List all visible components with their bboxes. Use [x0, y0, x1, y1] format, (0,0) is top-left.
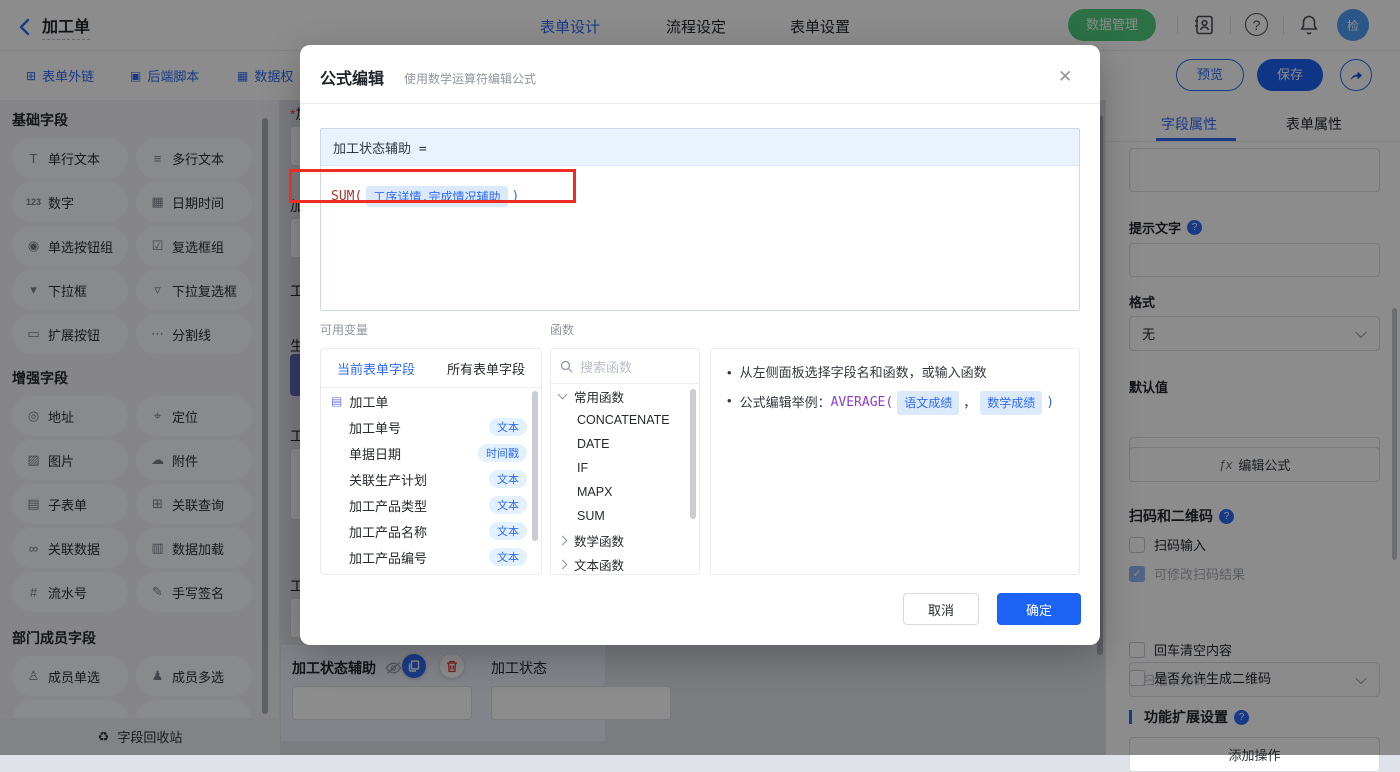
type-badge: 时间戳 — [478, 444, 527, 462]
tab-all-form-fields[interactable]: 所有表单字段 — [431, 349, 541, 387]
variable-item[interactable]: 加工产品名称 文本 — [321, 518, 541, 544]
example-function-token: AVERAGE( — [830, 395, 894, 410]
functions-scrollbar[interactable] — [690, 389, 696, 519]
variables-panel: 当前表单字段 所有表单字段 ▤ 加工单 加工单号 文本 单据日期 时间戳 关联生产计… — [320, 348, 542, 575]
modal-title: 公式编辑 — [320, 71, 385, 88]
formula-target: 加工状态辅助 = — [321, 129, 1079, 166]
tree-root-item[interactable]: ▤ 加工单 — [321, 388, 541, 414]
close-icon[interactable]: ✕ — [1058, 67, 1072, 87]
search-icon — [560, 360, 573, 373]
caret-right-icon — [557, 535, 568, 545]
paren-token: ) — [1046, 395, 1055, 410]
annotation-highlight-box — [289, 169, 576, 203]
variable-item[interactable]: 加工产品编号 文本 — [321, 544, 541, 570]
type-badge: 文本 — [489, 548, 527, 566]
formula-editor[interactable]: 加工状态辅助 = SUM( 工序详情.完成情况辅助 ) — [320, 128, 1080, 311]
caret-right-icon — [557, 559, 568, 569]
function-group-common[interactable]: 常用函数 — [551, 384, 699, 408]
modal-subtitle: 使用数学运算符编辑公式 — [404, 72, 537, 86]
variable-item[interactable]: 单据日期 时间戳 — [321, 440, 541, 466]
search-placeholder: 搜索函数 — [580, 359, 633, 375]
divider — [300, 103, 1100, 104]
confirm-button[interactable]: 确定 — [997, 593, 1081, 625]
form-doc-icon: ▤ — [331, 394, 343, 408]
functions-panel: 搜索函数 常用函数 CONCATENATE DATE IF MAPX SUM 数… — [550, 348, 700, 575]
help-line-2: • 公式编辑举例： AVERAGE( 语文成绩 ， 数学成绩 ) — [727, 391, 1063, 415]
function-item[interactable]: CONCATENATE — [551, 408, 699, 432]
type-badge: 文本 — [489, 470, 527, 488]
function-item[interactable]: DATE — [551, 432, 699, 456]
function-search-input[interactable]: 搜索函数 — [551, 349, 699, 384]
tab-current-form-fields[interactable]: 当前表单字段 — [321, 349, 431, 387]
variable-item-partial[interactable] — [321, 570, 541, 574]
example-field-chip: 语文成绩 — [897, 391, 960, 415]
functions-label: 函数 — [550, 323, 575, 337]
variable-item[interactable]: 关联生产计划 文本 — [321, 466, 541, 492]
function-item[interactable]: MAPX — [551, 480, 699, 504]
cancel-button[interactable]: 取消 — [903, 593, 979, 625]
help-line-1: • 从左侧面板选择字段名和函数，或输入函数 — [727, 365, 987, 380]
function-group-text[interactable]: 文本函数 — [551, 552, 699, 574]
variables-label: 可用变量 — [320, 323, 369, 337]
variable-item[interactable]: 加工产品类型 文本 — [321, 492, 541, 518]
formula-edit-modal: 公式编辑 使用数学运算符编辑公式 ✕ 加工状态辅助 = SUM( 工序详情.完成… — [300, 45, 1100, 645]
variables-scrollbar[interactable] — [532, 391, 538, 541]
caret-down-icon — [557, 389, 568, 400]
function-item[interactable]: SUM — [551, 504, 699, 528]
formula-help-panel: • 从左侧面板选择字段名和函数，或输入函数 • 公式编辑举例： AVERAGE(… — [710, 348, 1080, 575]
type-badge: 文本 — [489, 496, 527, 514]
function-group-math[interactable]: 数学函数 — [551, 528, 699, 552]
type-badge: 文本 — [489, 522, 527, 540]
example-field-chip: 数学成绩 — [980, 391, 1043, 415]
type-badge: 文本 — [489, 418, 527, 436]
variable-item[interactable]: 加工单号 文本 — [321, 414, 541, 440]
function-item[interactable]: IF — [551, 456, 699, 480]
